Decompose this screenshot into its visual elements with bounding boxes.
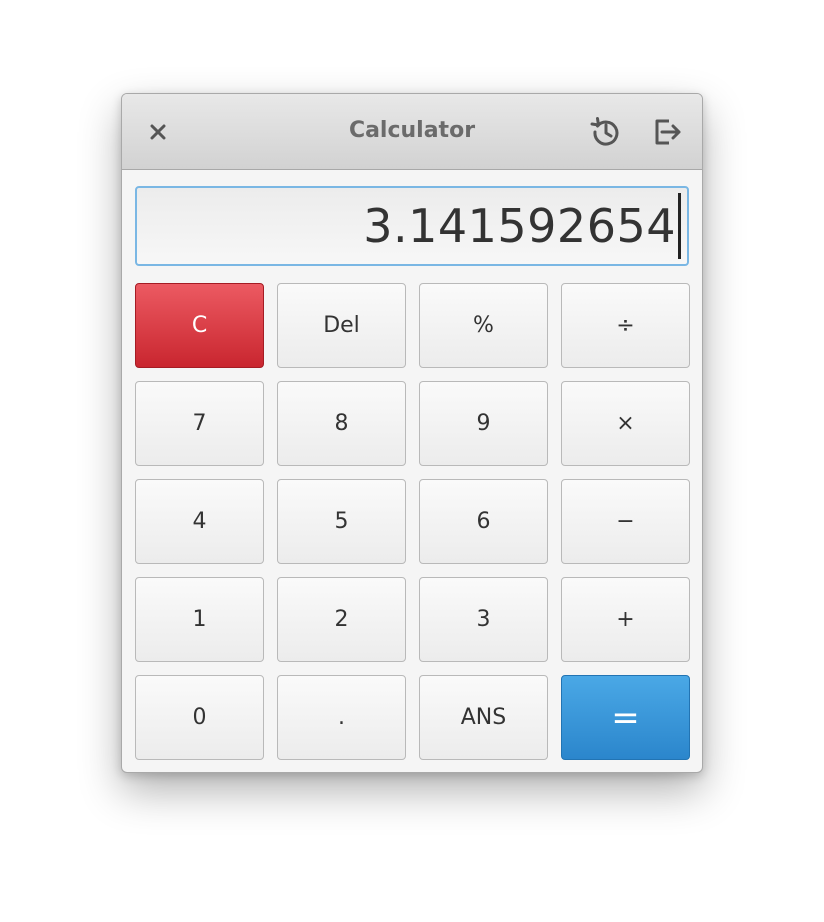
divide-button[interactable]: ÷ bbox=[561, 283, 690, 368]
digit-2-button[interactable]: 2 bbox=[277, 577, 406, 662]
text-cursor bbox=[678, 193, 681, 259]
digit-8-button[interactable]: 8 bbox=[277, 381, 406, 466]
ans-button[interactable]: ANS bbox=[419, 675, 548, 760]
digit-5-button[interactable]: 5 bbox=[277, 479, 406, 564]
plus-button[interactable]: + bbox=[561, 577, 690, 662]
digit-1-button[interactable]: 1 bbox=[135, 577, 264, 662]
percent-button[interactable]: % bbox=[419, 283, 548, 368]
digit-3-button[interactable]: 3 bbox=[419, 577, 548, 662]
multiply-button[interactable]: × bbox=[561, 381, 690, 466]
minus-button[interactable]: − bbox=[561, 479, 690, 564]
display-value: 3.141592654 bbox=[363, 199, 676, 253]
digit-0-button[interactable]: 0 bbox=[135, 675, 264, 760]
equals-button[interactable]: = bbox=[561, 675, 690, 760]
decimal-point-button[interactable]: . bbox=[277, 675, 406, 760]
extend-icon bbox=[655, 119, 681, 145]
clear-button[interactable]: C bbox=[135, 283, 264, 368]
titlebar: Calculator bbox=[122, 94, 702, 170]
digit-7-button[interactable]: 7 bbox=[135, 381, 264, 466]
digit-6-button[interactable]: 6 bbox=[419, 479, 548, 564]
delete-button[interactable]: Del bbox=[277, 283, 406, 368]
calculator-window: Calculator 3.141592654 C Del % ÷ 7 8 9 ×… bbox=[121, 93, 703, 773]
history-icon bbox=[590, 117, 619, 146]
extend-button[interactable] bbox=[649, 114, 685, 150]
history-button[interactable] bbox=[588, 114, 624, 150]
display-field[interactable]: 3.141592654 bbox=[135, 186, 689, 266]
digit-4-button[interactable]: 4 bbox=[135, 479, 264, 564]
digit-9-button[interactable]: 9 bbox=[419, 381, 548, 466]
